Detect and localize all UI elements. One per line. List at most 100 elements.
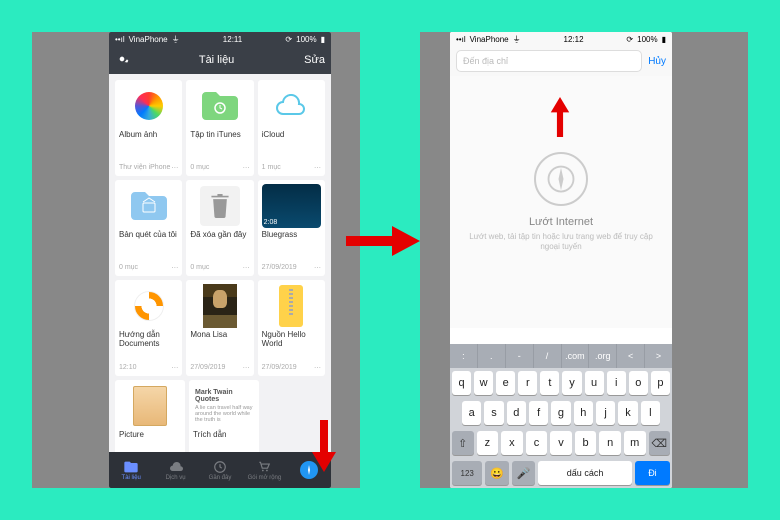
go-key[interactable]: Đi xyxy=(635,461,670,485)
keyboard-key[interactable]: l xyxy=(641,401,660,425)
address-bar-row: Đến địa chỉ Hủy xyxy=(450,46,672,76)
carrier-label: VinaPhone xyxy=(129,35,168,44)
zip-icon xyxy=(279,285,303,327)
tile-name: Mona Lisa xyxy=(190,331,249,340)
keyboard-key[interactable]: a xyxy=(462,401,481,425)
more-icon[interactable]: ⋯ xyxy=(171,164,178,172)
status-time: 12:11 xyxy=(182,35,284,44)
document-tile[interactable]: Picture⋯ xyxy=(115,380,185,452)
more-icon[interactable]: ⋯ xyxy=(314,364,321,372)
keyboard-accessory-key[interactable]: .org xyxy=(589,344,617,368)
tile-meta: Thư viện iPhone xyxy=(119,164,170,172)
keyboard-key[interactable]: o xyxy=(629,371,648,395)
keyboard-key[interactable]: b xyxy=(575,431,597,455)
document-tile[interactable]: Hướng dẫn Documents12:10⋯ xyxy=(115,280,182,376)
keyboard-key[interactable]: t xyxy=(540,371,559,395)
emoji-key[interactable]: 😀 xyxy=(485,461,508,485)
more-icon[interactable]: ⋯ xyxy=(314,164,321,172)
keyboard-key[interactable]: h xyxy=(574,401,593,425)
keyboard-key[interactable]: y xyxy=(562,371,581,395)
empty-subtitle: Lướt web, tải tập tin hoặc lưu trang web… xyxy=(466,232,656,251)
keyboard-accessory-key[interactable]: .com xyxy=(562,344,590,368)
more-icon[interactable]: ⋯ xyxy=(243,364,250,372)
document-tile[interactable]: Bản quét của tôi 0 mục ⋯ xyxy=(115,180,182,276)
space-key[interactable]: dấu cách xyxy=(538,461,632,485)
document-tile[interactable]: Mark Twain QuotesA lie can travel half w… xyxy=(189,380,259,452)
battery-icon: ▮ xyxy=(321,35,325,44)
phone-documents: ••ıl VinaPhone ⏚ 12:11 ⟳ 100% ▮ Tài liệu… xyxy=(109,32,331,488)
tile-name: Picture xyxy=(119,431,181,440)
keyboard-accessory-key[interactable]: / xyxy=(534,344,562,368)
tile-meta: 0 mục xyxy=(119,264,138,272)
numbers-key[interactable]: 123 xyxy=(452,461,482,485)
tab-clock[interactable]: Gần đây xyxy=(198,452,242,488)
document-tile[interactable]: Mona Lisa27/09/2019⋯ xyxy=(186,280,253,376)
tab-cloud[interactable]: Dịch vụ xyxy=(153,452,197,488)
document-tile[interactable]: Nguồn Hello World27/09/2019⋯ xyxy=(258,280,325,376)
keyboard-key[interactable]: r xyxy=(518,371,537,395)
tile-meta: 12:10 xyxy=(119,364,137,372)
edit-button[interactable]: Sửa xyxy=(304,54,325,66)
more-icon[interactable]: ⋯ xyxy=(171,264,178,272)
battery-label: 100% xyxy=(637,35,657,44)
page-title: Tài liệu xyxy=(129,54,304,66)
keyboard-accessory-key[interactable]: > xyxy=(645,344,672,368)
tile-name: Bluegrass xyxy=(262,231,321,240)
wifi-icon: ⏚ xyxy=(172,34,180,45)
document-tile[interactable]: Bluegrass 27/09/2019 ⋯ xyxy=(258,180,325,276)
folder-icon xyxy=(200,90,240,122)
more-icon[interactable]: ⋯ xyxy=(314,264,321,272)
keyboard-accessory-key[interactable]: - xyxy=(506,344,534,368)
tile-name: Nguồn Hello World xyxy=(262,331,321,349)
keyboard-key[interactable]: q xyxy=(452,371,471,395)
keyboard-key[interactable]: u xyxy=(585,371,604,395)
keyboard-key[interactable]: w xyxy=(474,371,493,395)
keyboard-accessory-key[interactable]: : xyxy=(450,344,478,368)
rotation-lock-icon: ⟳ xyxy=(285,35,292,44)
keyboard-key[interactable]: i xyxy=(607,371,626,395)
keyboard-accessory-key[interactable]: < xyxy=(617,344,645,368)
address-input[interactable]: Đến địa chỉ xyxy=(456,50,642,72)
backspace-key[interactable]: ⌫ xyxy=(649,431,671,455)
arrow-down-icon xyxy=(312,420,336,477)
document-tile[interactable]: Tập tin iTunes0 mục⋯ xyxy=(186,80,253,176)
arrow-right-icon xyxy=(346,226,420,261)
tab-cart[interactable]: Gói mở rộng xyxy=(242,452,286,488)
keyboard-key[interactable]: p xyxy=(651,371,670,395)
tab-folder[interactable]: Tài liệu xyxy=(109,452,153,488)
mic-key[interactable]: 🎤 xyxy=(512,461,535,485)
shift-key[interactable]: ⇧ xyxy=(452,431,474,455)
keyboard-key[interactable]: g xyxy=(551,401,570,425)
keyboard-key[interactable]: v xyxy=(550,431,572,455)
tile-name: Bản quét của tôi xyxy=(119,231,178,240)
trash-icon xyxy=(200,186,240,226)
keyboard-key[interactable]: k xyxy=(618,401,637,425)
document-tile[interactable]: Đã xóa gần đây0 mục⋯ xyxy=(186,180,253,276)
more-icon[interactable]: ⋯ xyxy=(243,164,250,172)
status-time: 12:12 xyxy=(523,35,625,44)
keyboard-key[interactable]: j xyxy=(596,401,615,425)
video-thumbnail xyxy=(262,184,321,228)
keyboard-key[interactable]: x xyxy=(501,431,523,455)
status-bar: ••ıl VinaPhone ⏚ 12:11 ⟳ 100% ▮ xyxy=(109,32,331,46)
tile-meta: 1 mục xyxy=(262,164,281,172)
keyboard-key[interactable]: f xyxy=(529,401,548,425)
tile-name: Trích dẫn xyxy=(193,431,255,440)
keyboard-key[interactable]: n xyxy=(599,431,621,455)
nav-bar: Tài liệu Sửa xyxy=(109,46,331,74)
keyboard-key[interactable]: d xyxy=(507,401,526,425)
tile-meta: 27/09/2019 xyxy=(262,264,297,272)
more-icon[interactable]: ⋯ xyxy=(243,264,250,272)
keyboard-accessory-key[interactable]: . xyxy=(478,344,506,368)
settings-button[interactable] xyxy=(115,52,129,69)
tab-label: Gói mở rộng xyxy=(248,475,282,481)
keyboard-key[interactable]: s xyxy=(484,401,503,425)
keyboard-key[interactable]: e xyxy=(496,371,515,395)
cancel-button[interactable]: Hủy xyxy=(648,56,666,67)
keyboard-key[interactable]: z xyxy=(477,431,499,455)
keyboard-key[interactable]: m xyxy=(624,431,646,455)
keyboard-key[interactable]: c xyxy=(526,431,548,455)
document-tile[interactable]: Album ảnhThư viện iPhone⋯ xyxy=(115,80,182,176)
more-icon[interactable]: ⋯ xyxy=(171,364,178,372)
document-tile[interactable]: iCloud1 mục⋯ xyxy=(258,80,325,176)
